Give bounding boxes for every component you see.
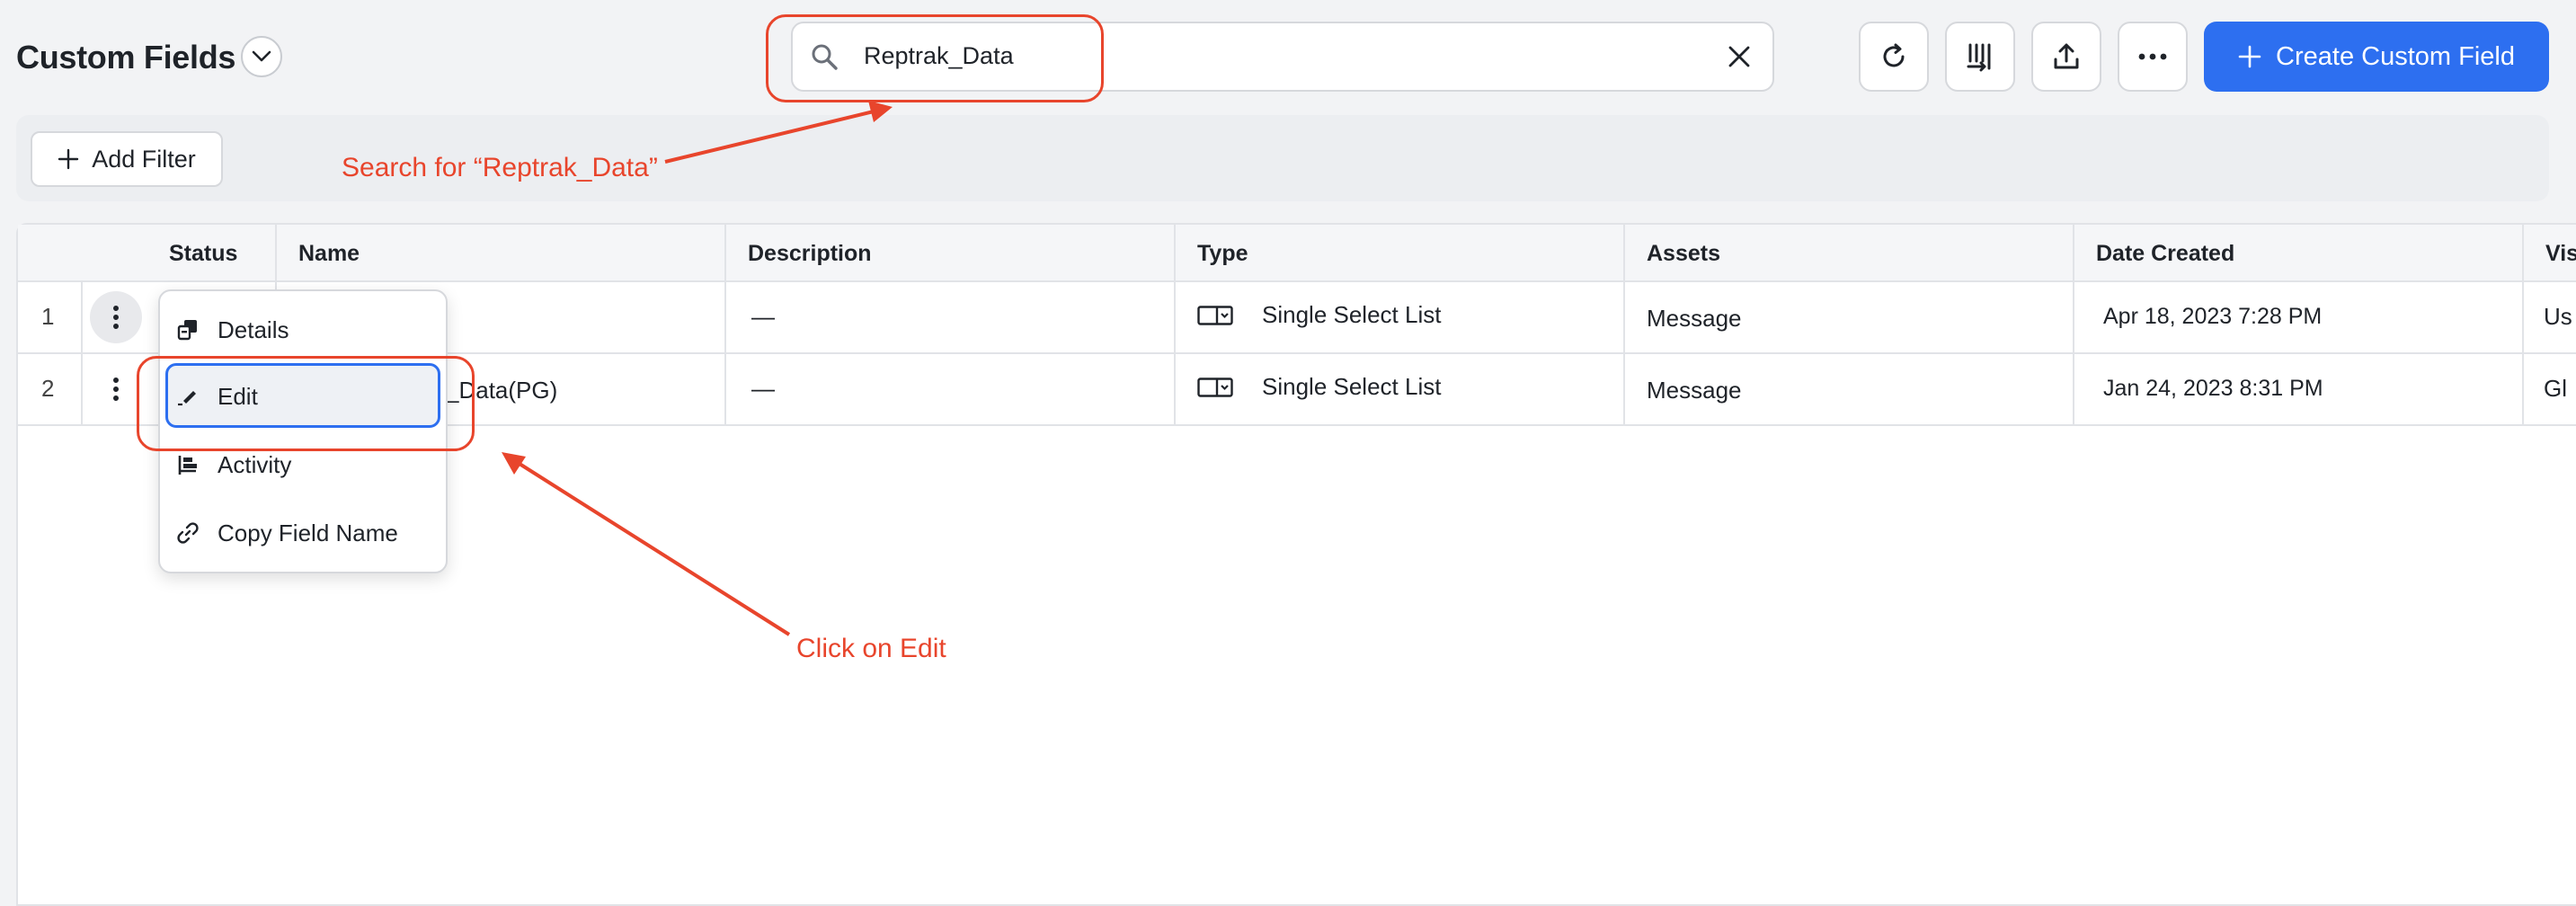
assets-cell: Message — [1647, 305, 1742, 332]
description-cell: — — [751, 375, 775, 402]
plus-icon — [2238, 45, 2261, 68]
add-filter-button[interactable]: Add Filter — [31, 131, 223, 187]
link-icon — [177, 522, 199, 544]
more-vertical-icon — [113, 378, 119, 401]
upload-icon — [2054, 43, 2079, 69]
edit-instruction: Click on Edit — [796, 634, 946, 663]
column-header-type[interactable]: Type — [1197, 225, 1248, 282]
description-cell: — — [751, 303, 775, 330]
column-header-name[interactable]: Name — [298, 225, 360, 282]
menu-item-copy-field-name[interactable]: Copy Field Name — [176, 507, 398, 559]
menu-item-details[interactable]: Details — [176, 304, 289, 356]
refresh-button[interactable] — [1859, 22, 1929, 92]
export-button[interactable] — [2031, 22, 2101, 92]
single-select-list-icon — [1197, 306, 1233, 325]
search-highlight-box — [766, 14, 1104, 102]
search-instruction: Search for “Reptrak_Data” — [342, 153, 658, 182]
single-select-list-icon — [1197, 378, 1233, 397]
activity-icon — [178, 456, 197, 475]
title-dropdown-button[interactable] — [241, 36, 282, 77]
visibility-cell: Gl — [2544, 375, 2567, 402]
refresh-icon — [1883, 43, 1905, 67]
edit-highlight-box — [137, 356, 475, 451]
create-button-label: Create Custom Field — [2276, 41, 2515, 71]
details-icon — [177, 320, 197, 341]
more-vertical-icon — [113, 306, 119, 329]
menu-item-label: Details — [218, 315, 289, 343]
col-divider — [2073, 225, 2074, 426]
column-header-description[interactable]: Description — [748, 225, 872, 282]
page-title: Custom Fields — [16, 39, 236, 76]
row-number: 2 — [41, 375, 55, 402]
columns-button[interactable] — [1945, 22, 2015, 92]
add-filter-label: Add Filter — [92, 145, 196, 173]
create-custom-field-button[interactable]: Create Custom Field — [2204, 22, 2549, 92]
menu-item-label: Activity — [218, 450, 292, 478]
columns-icon — [1967, 43, 1991, 72]
plus-icon — [58, 148, 79, 170]
col-divider — [724, 225, 726, 426]
date-created-cell: Apr 18, 2023 7:28 PM — [2103, 304, 2323, 329]
row-actions-button[interactable] — [90, 363, 142, 415]
visibility-cell: Us — [2544, 303, 2572, 330]
column-header-visibility[interactable]: Vis — [2545, 225, 2576, 282]
column-header-status[interactable]: Status — [169, 225, 237, 282]
more-options-button[interactable] — [2118, 22, 2188, 92]
row-number: 1 — [41, 303, 55, 330]
more-horizontal-icon — [2138, 53, 2167, 60]
menu-item-label: Copy Field Name — [218, 519, 398, 546]
col-divider — [81, 282, 83, 426]
chevron-down-icon — [252, 50, 271, 62]
type-cell: Single Select List — [1262, 373, 1442, 400]
column-header-date-created[interactable]: Date Created — [2096, 225, 2234, 282]
clear-search-icon[interactable] — [1726, 43, 1753, 70]
assets-cell: Message — [1647, 377, 1742, 404]
row-actions-button[interactable] — [90, 291, 142, 343]
col-divider — [1174, 225, 1176, 426]
col-divider — [2522, 225, 2524, 426]
col-divider — [1623, 225, 1625, 426]
type-cell: Single Select List — [1262, 301, 1442, 328]
column-header-assets[interactable]: Assets — [1647, 225, 1720, 282]
date-created-cell: Jan 24, 2023 8:31 PM — [2103, 376, 2323, 401]
